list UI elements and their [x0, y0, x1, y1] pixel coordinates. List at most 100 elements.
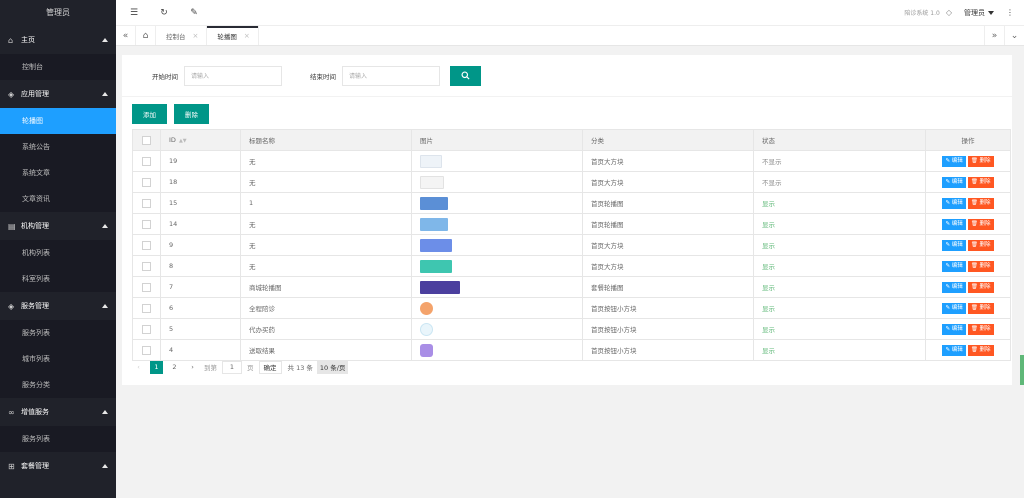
cell-image	[411, 192, 583, 214]
sidebar-item[interactable]: 服务列表	[0, 320, 116, 346]
page-2[interactable]: 2	[168, 361, 181, 374]
tabs-menu-icon[interactable]: ⌄	[1004, 26, 1024, 45]
sort-icon[interactable]: ▲▼	[179, 138, 187, 144]
sidebar-item[interactable]: 轮播图	[0, 108, 116, 134]
delete-button[interactable]: 🗑 删除	[967, 260, 994, 272]
edit-button[interactable]: ✎ 编辑	[942, 323, 966, 335]
sidebar-group-1[interactable]: ◈ 应用管理	[0, 80, 116, 108]
column-header-id[interactable]: ID ▲▼	[160, 129, 241, 151]
cell-actions: ✎ 编辑 🗑 删除	[925, 276, 1011, 298]
sidebar-group-5[interactable]: ⊞ 套餐管理	[0, 452, 116, 480]
end-time-input[interactable]: 请输入	[342, 65, 440, 86]
delete-button[interactable]: 🗑 删除	[967, 323, 994, 335]
thumbnail-image[interactable]	[420, 217, 448, 231]
edit-button[interactable]: ✎ 编辑	[942, 239, 966, 251]
sidebar-group-3[interactable]: ◈ 服务管理	[0, 292, 116, 320]
clear-cache-icon[interactable]: ✎	[182, 8, 206, 18]
delete-button[interactable]: 🗑 删除	[967, 302, 994, 314]
sidebar-item[interactable]: 文章资讯	[0, 186, 116, 212]
refresh-icon[interactable]: ↻	[152, 8, 176, 18]
start-time-input[interactable]: 请输入	[184, 65, 282, 86]
thumbnail-image[interactable]	[420, 322, 433, 336]
chevron-down-icon[interactable]	[988, 10, 994, 15]
edit-button[interactable]: ✎ 编辑	[942, 260, 966, 272]
sidebar-item[interactable]: 城市列表	[0, 346, 116, 372]
cell-title: 无	[240, 234, 412, 256]
tab-dashboard[interactable]: 控制台 ×	[156, 26, 208, 45]
sidebar-item[interactable]: 服务分类	[0, 372, 116, 398]
thumbnail-image[interactable]	[420, 301, 433, 315]
add-button[interactable]: 添加	[132, 104, 167, 124]
home-tab-icon[interactable]: ⌂	[136, 26, 156, 45]
close-icon[interactable]: ×	[244, 32, 250, 40]
delete-button[interactable]: 🗑 删除	[967, 281, 994, 293]
page-size-select[interactable]: 10 条/页	[316, 360, 349, 374]
sidebar-group-label: 主页	[21, 36, 35, 44]
row-checkbox[interactable]	[142, 240, 151, 250]
edit-button[interactable]: ✎ 编辑	[942, 302, 966, 314]
thumbnail-image[interactable]	[420, 154, 442, 168]
edit-button[interactable]: ✎ 编辑	[942, 218, 966, 230]
cell-image	[411, 150, 583, 172]
edit-button[interactable]: ✎ 编辑	[942, 176, 966, 188]
row-checkbox[interactable]	[142, 219, 151, 229]
goto-confirm-button[interactable]: 确定	[258, 360, 282, 374]
search-button[interactable]	[450, 65, 481, 86]
goto-page-input[interactable]: 1	[222, 360, 242, 374]
sidebar-item[interactable]: 系统公告	[0, 134, 116, 160]
delete-button[interactable]: 🗑 删除	[967, 344, 994, 356]
delete-button[interactable]: 🗑 删除	[967, 176, 994, 188]
sidebar-item[interactable]: 机构列表	[0, 240, 116, 266]
row-checkbox[interactable]	[142, 261, 151, 271]
delete-button[interactable]: 🗑 删除	[967, 239, 994, 251]
page-1[interactable]: 1	[150, 360, 163, 374]
row-checkbox[interactable]	[142, 156, 151, 166]
cell-actions: ✎ 编辑 🗑 删除	[925, 150, 1011, 172]
sidebar-group-2[interactable]: ▤ 机构管理	[0, 212, 116, 240]
cell-actions: ✎ 编辑 🗑 删除	[925, 234, 1011, 256]
thumbnail-image[interactable]	[420, 280, 460, 294]
edit-button[interactable]: ✎ 编辑	[942, 155, 966, 167]
sidebar-title: 管理员	[0, 0, 116, 26]
thumbnail-image[interactable]	[420, 238, 452, 252]
row-checkbox[interactable]	[142, 303, 151, 313]
row-checkbox[interactable]	[142, 324, 151, 334]
delete-button[interactable]: 🗑 删除	[967, 218, 994, 230]
menu-toggle-icon[interactable]: ☰	[122, 8, 146, 18]
thumbnail-image[interactable]	[420, 343, 433, 357]
filter-form: 开始时间 请输入 结束时间 请输入	[122, 55, 1012, 97]
thumbnail-image[interactable]	[420, 259, 452, 273]
sidebar-item[interactable]: 科室列表	[0, 266, 116, 292]
delete-button[interactable]: 🗑 删除	[967, 155, 994, 167]
prev-page-icon[interactable]: ‹	[132, 361, 145, 374]
caret-up-icon	[102, 38, 108, 42]
thumbnail-image[interactable]	[420, 175, 444, 189]
next-page-icon[interactable]: ›	[186, 361, 199, 374]
edit-button[interactable]: ✎ 编辑	[942, 197, 966, 209]
delete-button[interactable]: 🗑 删除	[967, 197, 994, 209]
more-icon[interactable]: ⋮	[1006, 8, 1014, 17]
select-all-checkbox[interactable]	[142, 135, 151, 145]
row-checkbox[interactable]	[142, 198, 151, 208]
sidebar-item[interactable]: 控制台	[0, 54, 116, 80]
edit-button[interactable]: ✎ 编辑	[942, 281, 966, 293]
tag-icon[interactable]: ◇	[946, 8, 952, 17]
cell-status: 显示	[753, 255, 926, 277]
sidebar-item[interactable]: 系统文章	[0, 160, 116, 186]
row-checkbox[interactable]	[142, 282, 151, 292]
row-checkbox[interactable]	[142, 177, 151, 187]
side-scroll-indicator[interactable]	[1020, 355, 1024, 385]
sidebar-item[interactable]: 服务列表	[0, 426, 116, 452]
edit-button[interactable]: ✎ 编辑	[942, 344, 966, 356]
close-icon[interactable]: ×	[193, 32, 199, 40]
tabs-scroll-right-icon[interactable]: »	[984, 26, 1004, 45]
sidebar-group-0[interactable]: ⌂ 主页	[0, 26, 116, 54]
user-menu[interactable]: 管理员	[964, 8, 985, 18]
tabs-scroll-left-icon[interactable]: «	[116, 26, 136, 45]
sidebar-group-4[interactable]: ∞ 增值服务	[0, 398, 116, 426]
thumbnail-image[interactable]	[420, 196, 448, 210]
table-row: 9 无首页大方块 显示 ✎ 编辑 🗑 删除	[132, 234, 1011, 256]
row-checkbox[interactable]	[142, 345, 151, 355]
batch-delete-button[interactable]: 删除	[174, 104, 209, 124]
tab-carousel[interactable]: 轮播图 ×	[207, 26, 259, 45]
